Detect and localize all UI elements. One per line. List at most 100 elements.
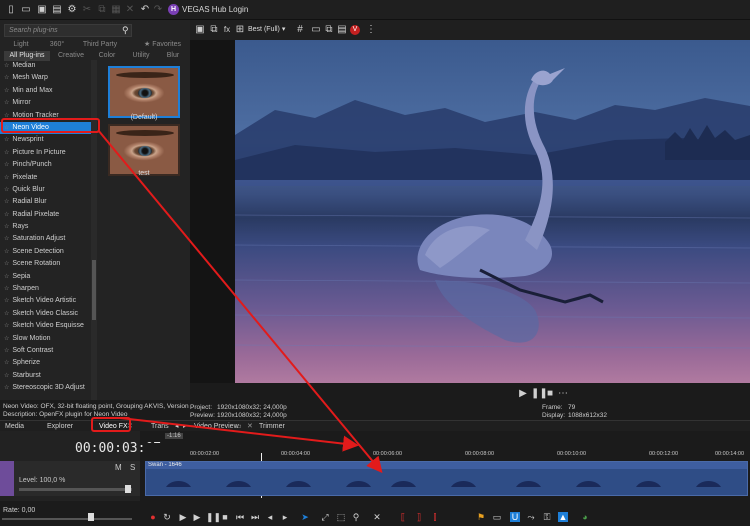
favorite-star-icon[interactable]: ☆ (4, 298, 9, 304)
selection-tool-icon[interactable]: ⬚ (336, 512, 346, 522)
plugin-list-item[interactable]: ☆ Saturation Adjust (0, 233, 96, 245)
favorite-star-icon[interactable]: ☆ (4, 336, 9, 342)
favorite-star-icon[interactable]: ☆ (4, 88, 9, 94)
video-track-header[interactable]: Level: 100,0 % M S (0, 461, 140, 496)
search-input[interactable]: Search plug-ins (4, 24, 132, 37)
envelope-tool-icon[interactable]: ⤢ (320, 512, 330, 522)
plugin-list-item[interactable]: ☆ Spherize (0, 357, 96, 369)
level-slider[interactable] (19, 488, 132, 491)
go-to-end-icon[interactable]: ⏭ (250, 512, 260, 522)
more-options-icon[interactable]: ⋮ (365, 24, 377, 36)
plugin-list-item[interactable]: ☆ Newsprint (0, 134, 96, 146)
plugin-list-item[interactable]: ☆ Slow Motion (0, 333, 96, 345)
favorite-star-icon[interactable]: ☆ (4, 274, 9, 280)
scrollbar-thumb[interactable] (92, 260, 96, 320)
rate-slider[interactable] (2, 518, 132, 520)
tab-light[interactable]: Light (4, 40, 38, 50)
plugin-list-item[interactable]: ☆ Sketch Video Esquisse (0, 320, 96, 332)
plugin-list-item[interactable]: ☆ Scene Rotation (0, 258, 96, 270)
split-icon[interactable]: ⫿ (430, 512, 440, 522)
favorite-star-icon[interactable]: ☆ (4, 63, 9, 69)
hub-login-link[interactable]: VEGAS Hub Login (182, 5, 248, 14)
vegas-hub-logo[interactable]: H (168, 4, 179, 15)
plugin-list-item[interactable]: ☆ Sketch Video Classic (0, 308, 96, 320)
favorite-star-icon[interactable]: ☆ (4, 162, 9, 168)
delete-icon[interactable]: ✕ (372, 512, 382, 522)
favorite-star-icon[interactable]: ☆ (4, 236, 9, 242)
favorite-star-icon[interactable]: ☆ (4, 249, 9, 255)
plugin-list-item[interactable]: ☆ Soft Contrast (0, 345, 96, 357)
color-grading-icon[interactable]: ◕ (580, 512, 590, 522)
rate-slider-handle[interactable] (88, 513, 94, 521)
play-from-start-icon[interactable]: ▶ (178, 512, 188, 522)
marker-icon[interactable]: ⚑ (476, 512, 486, 522)
go-to-start-icon[interactable]: ⏮ (235, 512, 245, 522)
preset-default[interactable] (108, 66, 180, 118)
tab-blur[interactable]: Blur (160, 51, 186, 61)
ignore-grouping-icon[interactable]: ▲ (558, 512, 568, 522)
tab-favorites[interactable]: ★ Favorites (140, 40, 185, 50)
pause-icon[interactable]: ❚❚ (206, 512, 221, 522)
preview-settings-icon[interactable]: ▣ (194, 24, 206, 36)
favorite-star-icon[interactable]: ☆ (4, 373, 9, 379)
record-icon[interactable]: ● (148, 512, 158, 522)
tab-360[interactable]: 360° (42, 40, 72, 50)
favorite-star-icon[interactable]: ☆ (4, 187, 9, 193)
plugin-list-item[interactable]: ☆ Radial Pixelate (0, 209, 96, 221)
favorite-star-icon[interactable]: ☆ (4, 212, 9, 218)
auto-ripple-icon[interactable]: ⤳ (526, 512, 536, 522)
paste-icon[interactable]: ▦ (110, 4, 122, 16)
plugin-list-item[interactable]: ☆ Sketch Video Artistic (0, 295, 96, 307)
stop-icon[interactable]: ■ (544, 388, 556, 400)
video-fx-icon[interactable]: fx (221, 24, 233, 36)
favorite-star-icon[interactable]: ☆ (4, 261, 9, 267)
favorite-star-icon[interactable]: ☆ (4, 286, 9, 292)
search-icon[interactable]: ⚲ (122, 25, 132, 35)
plugin-list-item[interactable]: ☆ Sharpen (0, 283, 96, 295)
new-file-icon[interactable]: ▯ (5, 4, 17, 16)
trim-end-icon[interactable]: ⟧ (414, 512, 424, 522)
save-snapshot-icon[interactable]: ▤ (336, 24, 348, 36)
overlays-icon[interactable]: ▭ (310, 24, 322, 36)
plugin-list-item[interactable]: ☆ Sepia (0, 271, 96, 283)
grid-icon[interactable]: # (294, 24, 306, 36)
split-screen-icon[interactable]: ⧉ (208, 24, 220, 36)
plugin-list-item[interactable]: ☆ Median (0, 60, 96, 72)
undo-icon[interactable]: ↶ (139, 4, 151, 16)
preview-options-icon[interactable]: ⊞ (234, 24, 246, 36)
favorite-star-icon[interactable]: ☆ (4, 348, 9, 354)
favorite-star-icon[interactable]: ☆ (4, 75, 9, 81)
open-folder-icon[interactable]: ▭ (20, 4, 32, 16)
vegas-v-icon[interactable]: V (350, 25, 360, 35)
save-as-icon[interactable]: ▤ (51, 4, 63, 16)
preset-test[interactable] (108, 124, 180, 176)
loop-icon[interactable]: ↻ (162, 512, 172, 522)
copy-icon[interactable]: ⧉ (96, 4, 108, 16)
pause-icon[interactable]: ❚❚ (531, 388, 548, 400)
plugin-list-item[interactable]: ☆ Quick Blur (0, 184, 96, 196)
favorite-star-icon[interactable]: ☆ (4, 199, 9, 205)
plugin-list-item[interactable]: ☆ Radial Blur (0, 196, 96, 208)
next-frame-icon[interactable]: ▸ (280, 512, 290, 522)
play-icon[interactable]: ▶ (192, 512, 202, 522)
copy-snapshot-icon[interactable]: ⧉ (323, 24, 335, 36)
snapping-icon[interactable]: U (510, 512, 520, 522)
plugin-list-scrollbar[interactable] (91, 60, 97, 400)
favorite-star-icon[interactable]: ☆ (4, 150, 9, 156)
solo-button[interactable]: S (130, 463, 135, 472)
play-icon[interactable]: ▶ (517, 388, 529, 400)
delete-icon[interactable]: ✕ (124, 4, 136, 16)
plugin-list-item[interactable]: ☆ Min and Max (0, 85, 96, 97)
plugin-list-item[interactable]: ☆ Starburst (0, 370, 96, 382)
favorite-star-icon[interactable]: ☆ (4, 137, 9, 143)
level-slider-handle[interactable] (125, 485, 131, 493)
region-icon[interactable]: ▭ (492, 512, 502, 522)
plugin-list-item[interactable]: ☆ Scene Detection (0, 246, 96, 258)
redo-icon[interactable]: ↷ (152, 4, 164, 16)
plugin-list-item[interactable]: ☆ Pixelate (0, 172, 96, 184)
favorite-star-icon[interactable]: ☆ (4, 360, 9, 366)
time-ruler[interactable]: 00:00:02:00 00:00:04:00 00:00:06:00 00:0… (145, 443, 750, 459)
trim-start-icon[interactable]: ⟦ (398, 512, 408, 522)
favorite-star-icon[interactable]: ☆ (4, 323, 9, 329)
plugin-list-item[interactable]: ☆ Mesh Warp (0, 72, 96, 84)
